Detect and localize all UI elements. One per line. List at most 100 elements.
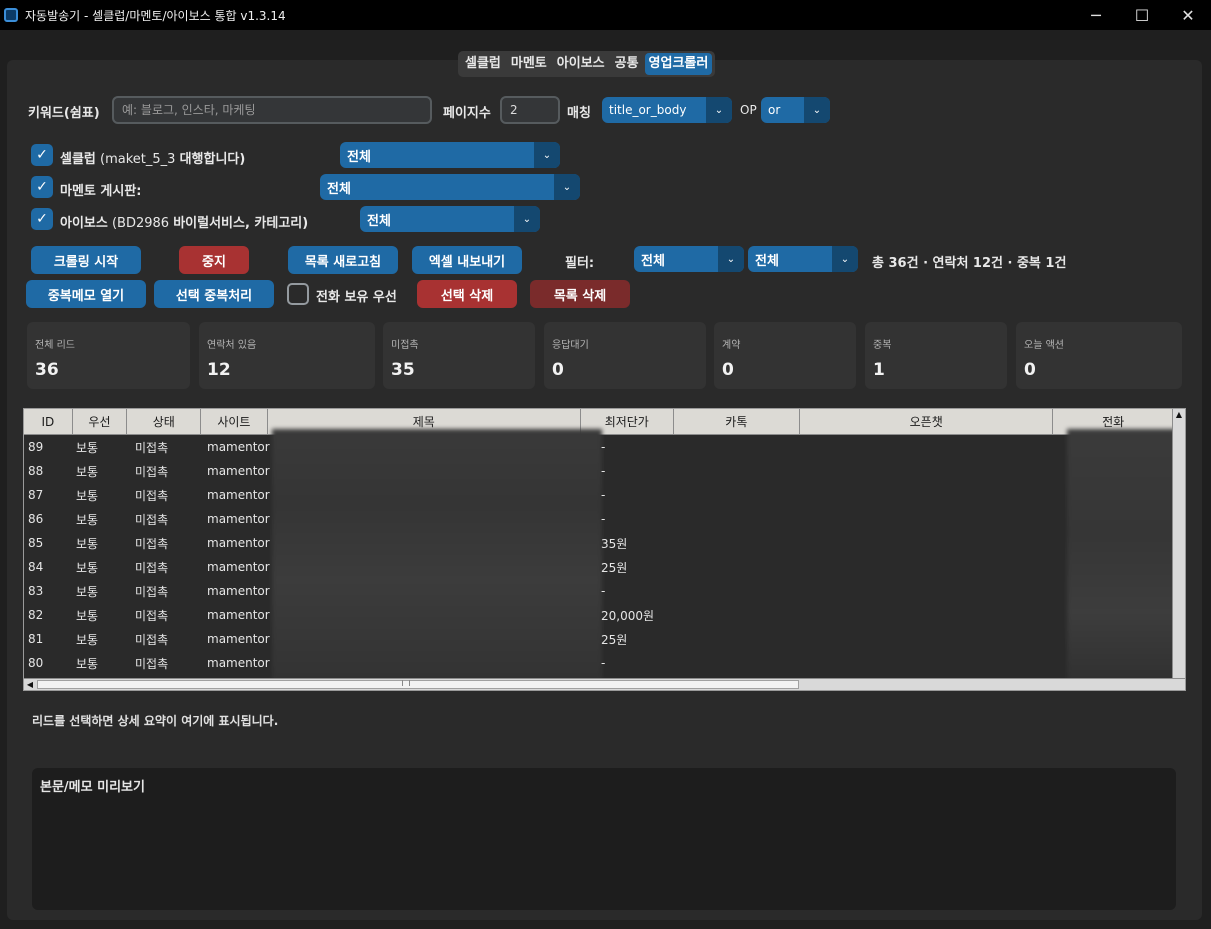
cell-id: 87 — [28, 488, 44, 502]
stat-card-total: 전체 리드 36 — [27, 322, 190, 389]
cell-status: 미접촉 — [135, 488, 169, 503]
mamentor-checkbox[interactable]: ✓ — [31, 176, 53, 198]
maximize-button[interactable]: ☐ — [1119, 0, 1165, 30]
cell-price: - — [601, 584, 606, 598]
close-button[interactable]: ✕ — [1165, 0, 1211, 30]
iboss-filter-dropdown[interactable]: 전체 ⌄ — [360, 206, 540, 232]
column-header[interactable]: 카톡 — [673, 409, 801, 435]
mamentor-filter-dropdown[interactable]: 전체 ⌄ — [320, 174, 580, 200]
stat-value: 1 — [873, 360, 885, 380]
vertical-scrollbar[interactable]: ▲ — [1172, 409, 1185, 679]
tab-sales-crawler[interactable]: 영업크롤러 — [644, 53, 713, 75]
filter-dropdown-2[interactable]: 전체 ⌄ — [748, 246, 858, 272]
open-dup-memo-button[interactable]: 중복메모 열기 — [26, 280, 146, 308]
op-value: or — [768, 103, 781, 117]
preview-panel[interactable]: 본문/메모 미리보기 — [32, 768, 1176, 910]
stat-label: 응답대기 — [552, 340, 589, 351]
cell-status: 미접촉 — [135, 632, 169, 647]
cell-id: 83 — [28, 584, 44, 598]
preview-title: 본문/메모 미리보기 — [40, 780, 145, 795]
cell-id: 84 — [28, 560, 44, 574]
redacted-phone-area — [1067, 429, 1185, 690]
delete-list-button[interactable]: 목록 삭제 — [530, 280, 630, 308]
stat-card-duplicate: 중복 1 — [865, 322, 1007, 389]
sellclub-checkbox[interactable]: ✓ — [31, 144, 53, 166]
stat-value: 36 — [35, 360, 59, 380]
leads-table[interactable]: ID 우선 상태 사이트 제목 최저단가 카톡 오픈챗 전화 89 보통 미접촉 ma… — [23, 408, 1186, 691]
column-header[interactable]: 상태 — [127, 409, 202, 435]
delete-selected-button[interactable]: 선택 삭제 — [417, 280, 517, 308]
cell-price: 25원 — [601, 560, 628, 575]
totals-text: 총 36건 · 연락처 12건 · 중복 1건 — [872, 256, 1067, 271]
cell-status: 미접촉 — [135, 584, 169, 599]
check-icon: ✓ — [36, 147, 48, 163]
stat-card-awaiting: 응답대기 0 — [544, 322, 706, 389]
mark-duplicate-button[interactable]: 선택 중복처리 — [154, 280, 274, 308]
sellclub-label: 셀클럽 (maket_5_3 대행합니다) — [60, 148, 245, 167]
match-dropdown[interactable]: title_or_body ⌄ — [602, 97, 732, 123]
scroll-left-icon[interactable]: ◀ — [24, 679, 36, 690]
tab-common[interactable]: 공통 — [611, 53, 643, 75]
chevron-down-icon: ⌄ — [706, 97, 732, 123]
chevron-down-icon: ⌄ — [514, 206, 540, 232]
source-detail: (maket_5_3 — [95, 152, 180, 167]
pages-input[interactable]: 2 — [500, 96, 560, 124]
scroll-up-icon[interactable]: ▲ — [1173, 409, 1185, 421]
filter-dropdown-1[interactable]: 전체 ⌄ — [634, 246, 744, 272]
stat-label: 미접촉 — [391, 340, 419, 351]
phone-priority-checkbox[interactable] — [287, 283, 309, 305]
cell-priority: 보통 — [76, 440, 99, 455]
export-excel-button[interactable]: 엑셀 내보내기 — [412, 246, 522, 274]
tab-sellclub[interactable]: 셀클럽 — [461, 53, 505, 75]
tab-iboss[interactable]: 아이보스 — [553, 53, 609, 75]
stat-label: 연락처 있음 — [207, 340, 257, 351]
cell-id: 82 — [28, 608, 44, 622]
cell-price: - — [601, 488, 606, 502]
cell-price: - — [601, 440, 606, 454]
chevron-down-icon: ⌄ — [534, 142, 560, 168]
cell-priority: 보통 — [76, 632, 99, 647]
horizontal-scrollbar[interactable]: ◀ — [24, 678, 1185, 690]
check-icon: ✓ — [36, 179, 48, 195]
refresh-list-button[interactable]: 목록 새로고침 — [288, 246, 398, 274]
column-header[interactable]: 오픈챗 — [800, 409, 1054, 435]
cell-priority: 보통 — [76, 512, 99, 527]
tab-mamentor[interactable]: 마멘토 — [507, 53, 551, 75]
cell-status: 미접촉 — [135, 536, 169, 551]
stat-label: 계약 — [722, 340, 741, 351]
iboss-checkbox[interactable]: ✓ — [31, 208, 53, 230]
stat-value: 0 — [722, 360, 734, 380]
cell-id: 88 — [28, 464, 44, 478]
column-header[interactable]: ID — [24, 409, 73, 435]
column-header[interactable]: 우선 — [72, 409, 128, 435]
column-header[interactable]: 사이트 — [201, 409, 268, 435]
keyword-label: 키워드(쉼표) — [28, 106, 100, 121]
cell-status: 미접촉 — [135, 560, 169, 575]
op-label: OP — [740, 103, 757, 117]
cell-status: 미접촉 — [135, 512, 169, 527]
sellclub-filter-dropdown[interactable]: 전체 ⌄ — [340, 142, 560, 168]
source-suffix: 대행합니다) — [179, 152, 246, 167]
cell-price: 25원 — [601, 632, 628, 647]
stat-label: 중복 — [873, 340, 892, 351]
chevron-down-icon: ⌄ — [718, 246, 744, 272]
stat-card-contract: 계약 0 — [714, 322, 856, 389]
cell-id: 89 — [28, 440, 44, 454]
cell-id: 80 — [28, 656, 44, 670]
stop-button[interactable]: 중지 — [179, 246, 249, 274]
keyword-input[interactable]: 예: 블로그, 인스타, 마케팅 — [112, 96, 432, 124]
stat-value: 0 — [1024, 360, 1036, 380]
cell-id: 81 — [28, 632, 44, 646]
cell-id: 86 — [28, 512, 44, 526]
minimize-button[interactable]: ─ — [1073, 0, 1119, 30]
op-dropdown[interactable]: or ⌄ — [761, 97, 830, 123]
start-crawl-button[interactable]: 크롤링 시작 — [31, 246, 141, 274]
cell-priority: 보통 — [76, 560, 99, 575]
stat-value: 35 — [391, 360, 415, 380]
stat-label: 전체 리드 — [35, 340, 75, 351]
stat-card-contact: 연락처 있음 12 — [199, 322, 375, 389]
scroll-thumb[interactable] — [37, 680, 799, 689]
source-name: 셀클럽 — [60, 152, 96, 167]
cell-priority: 보통 — [76, 464, 99, 479]
stat-value: 0 — [552, 360, 564, 380]
